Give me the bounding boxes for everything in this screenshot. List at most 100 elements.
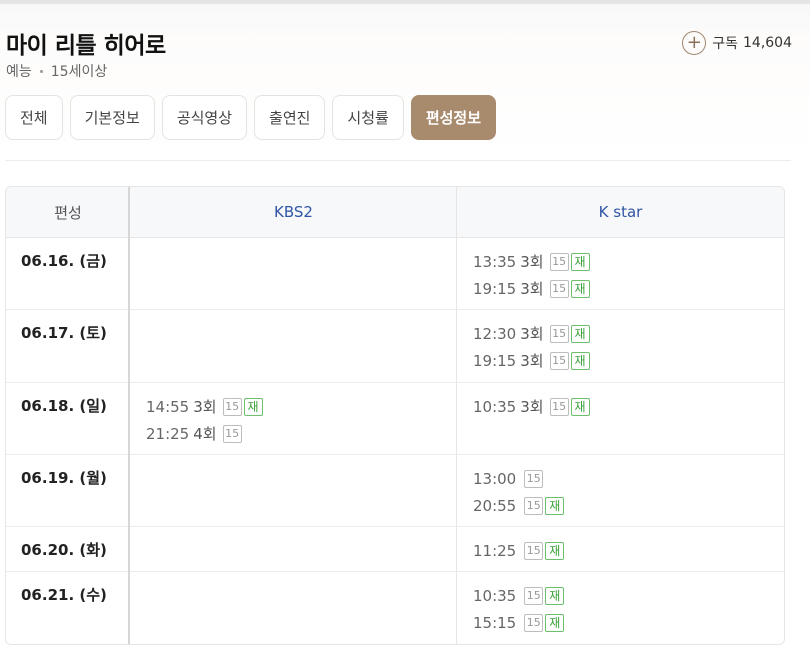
slot-time: 19:15: [473, 351, 517, 370]
row-date: 06.20. (화): [21, 541, 107, 559]
table-row: 06.21. (수) 10:35 15 재 15:15 15 재: [6, 572, 784, 644]
age-15-badge: 15: [222, 424, 242, 443]
age-15-badge: 15: [549, 279, 569, 298]
tab-cast[interactable]: 출연진: [254, 95, 326, 140]
slot-episode: 3회: [520, 253, 544, 271]
plus-icon: +: [682, 31, 707, 55]
slot-episode: 4회: [193, 425, 217, 443]
schedule-slot[interactable]: 14:55 3회 15 재: [146, 393, 457, 420]
schedule-slot[interactable]: 15:15 15 재: [473, 609, 784, 636]
subscribe-label: 구독: [712, 36, 738, 52]
slot-time: 13:35: [473, 252, 517, 271]
slot-time: 21:25: [146, 424, 190, 443]
table-row: 06.17. (토) 12:30 3회 15 재 19:15 3회 15 재: [6, 310, 784, 383]
header-date: 편성: [54, 203, 82, 222]
age-15-badge: 15: [524, 469, 544, 488]
schedule-slot[interactable]: 13:35 3회 15 재: [473, 248, 784, 275]
row-date: 06.18. (일): [21, 397, 107, 415]
tab-basic-info[interactable]: 기본정보: [69, 95, 155, 140]
program-genre: 예능: [6, 64, 32, 80]
schedule-slot[interactable]: 19:15 3회 15 재: [473, 275, 784, 302]
column-divider: [128, 187, 130, 644]
tab-official-video[interactable]: 공식영상: [161, 95, 248, 140]
rerun-badge: 재: [545, 541, 565, 560]
schedule-slot[interactable]: 20:55 15 재: [473, 492, 784, 519]
rerun-badge: 재: [570, 252, 590, 271]
top-border: [0, 0, 810, 4]
slot-time: 20:55: [473, 496, 517, 515]
slot-time: 10:35: [473, 397, 517, 416]
age-15-badge: 15: [524, 586, 544, 605]
cell-kstar: 12:30 3회 15 재 19:15 3회 15 재: [457, 310, 784, 382]
tab-all[interactable]: 전체: [5, 95, 63, 140]
slot-episode: 3회: [193, 398, 217, 416]
schedule-slot[interactable]: 10:35 3회 15 재: [473, 393, 784, 420]
age-15-badge: 15: [549, 397, 569, 416]
cell-kstar: 13:35 3회 15 재 19:15 3회 15 재: [457, 238, 784, 309]
schedule-slot[interactable]: 13:00 15: [473, 465, 784, 492]
rerun-badge: 재: [570, 351, 590, 370]
cell-kbs2: 14:55 3회 15 재 21:25 4회 15: [130, 383, 457, 454]
age-15-badge: 15: [524, 496, 544, 515]
row-date: 06.16. (금): [21, 252, 107, 270]
rerun-badge: 재: [570, 324, 590, 343]
subscribe-button[interactable]: + 구독 14,604: [682, 31, 792, 55]
section-divider: [5, 160, 791, 161]
slot-time: 14:55: [146, 397, 190, 416]
separator-dot: [39, 69, 43, 73]
table-row: 06.18. (일) 14:55 3회 15 재 21:25 4회 15 10:35 3회 15 재: [6, 383, 784, 455]
schedule-slot[interactable]: 19:15 3회 15 재: [473, 347, 784, 374]
program-meta: 예능 15세이상: [6, 61, 107, 81]
row-date: 06.21. (수): [21, 586, 107, 604]
tab-ratings[interactable]: 시청률: [332, 95, 404, 140]
slot-time: 12:30: [473, 324, 517, 343]
slot-time: 13:00: [473, 469, 517, 488]
rerun-badge: 재: [545, 613, 565, 632]
slot-time: 19:15: [473, 279, 517, 298]
slot-episode: 3회: [520, 352, 544, 370]
age-15-badge: 15: [549, 351, 569, 370]
cell-kstar: 11:25 15 재: [457, 527, 784, 571]
header-channel-kstar[interactable]: K star: [457, 187, 784, 237]
cell-kbs2: [130, 572, 457, 644]
age-15-badge: 15: [524, 613, 544, 632]
slot-episode: 3회: [520, 398, 544, 416]
age-15-badge: 15: [524, 541, 544, 560]
table-row: 06.20. (화) 11:25 15 재: [6, 527, 784, 572]
rerun-badge: 재: [243, 397, 263, 416]
header-channel-kbs2[interactable]: KBS2: [130, 187, 457, 237]
cell-kstar: 13:00 15 20:55 15 재: [457, 455, 784, 526]
row-date: 06.17. (토): [21, 324, 107, 342]
slot-time: 10:35: [473, 586, 517, 605]
slot-episode: 3회: [520, 280, 544, 298]
cell-kstar: 10:35 15 재 15:15 15 재: [457, 572, 784, 644]
program-rating: 15세이상: [50, 64, 108, 80]
slot-time: 11:25: [473, 541, 517, 560]
rerun-badge: 재: [570, 279, 590, 298]
schedule-slot[interactable]: 12:30 3회 15 재: [473, 320, 784, 347]
program-title: 마이 리틀 히어로: [6, 33, 166, 59]
tab-schedule[interactable]: 편성정보: [410, 95, 497, 140]
rerun-badge: 재: [545, 496, 565, 515]
rerun-badge: 재: [570, 397, 590, 416]
age-15-badge: 15: [549, 324, 569, 343]
schedule-slot[interactable]: 11:25 15 재: [473, 537, 784, 564]
cell-kbs2: [130, 527, 457, 571]
table-row: 06.19. (월) 13:00 15 20:55 15 재: [6, 455, 784, 527]
schedule-slot[interactable]: 10:35 15 재: [473, 582, 784, 609]
table-row: 06.16. (금) 13:35 3회 15 재 19:15 3회 15 재: [6, 238, 784, 310]
row-date: 06.19. (월): [21, 469, 107, 487]
table-header: 편성 KBS2 K star: [6, 187, 784, 238]
table-body: 06.16. (금) 13:35 3회 15 재 19:15 3회 15 재 06.17. (토)…: [6, 238, 784, 644]
column-divider: [456, 187, 457, 644]
tab-bar: 전체 기본정보 공식영상 출연진 시청률 편성정보: [5, 95, 503, 140]
cell-kbs2: [130, 238, 457, 309]
cell-kbs2: [130, 455, 457, 526]
rerun-badge: 재: [545, 586, 565, 605]
age-15-badge: 15: [222, 397, 242, 416]
cell-kstar: 10:35 3회 15 재: [457, 383, 784, 454]
age-15-badge: 15: [549, 252, 569, 271]
schedule-slot[interactable]: 21:25 4회 15: [146, 420, 457, 447]
slot-time: 15:15: [473, 613, 517, 632]
cell-kbs2: [130, 310, 457, 382]
